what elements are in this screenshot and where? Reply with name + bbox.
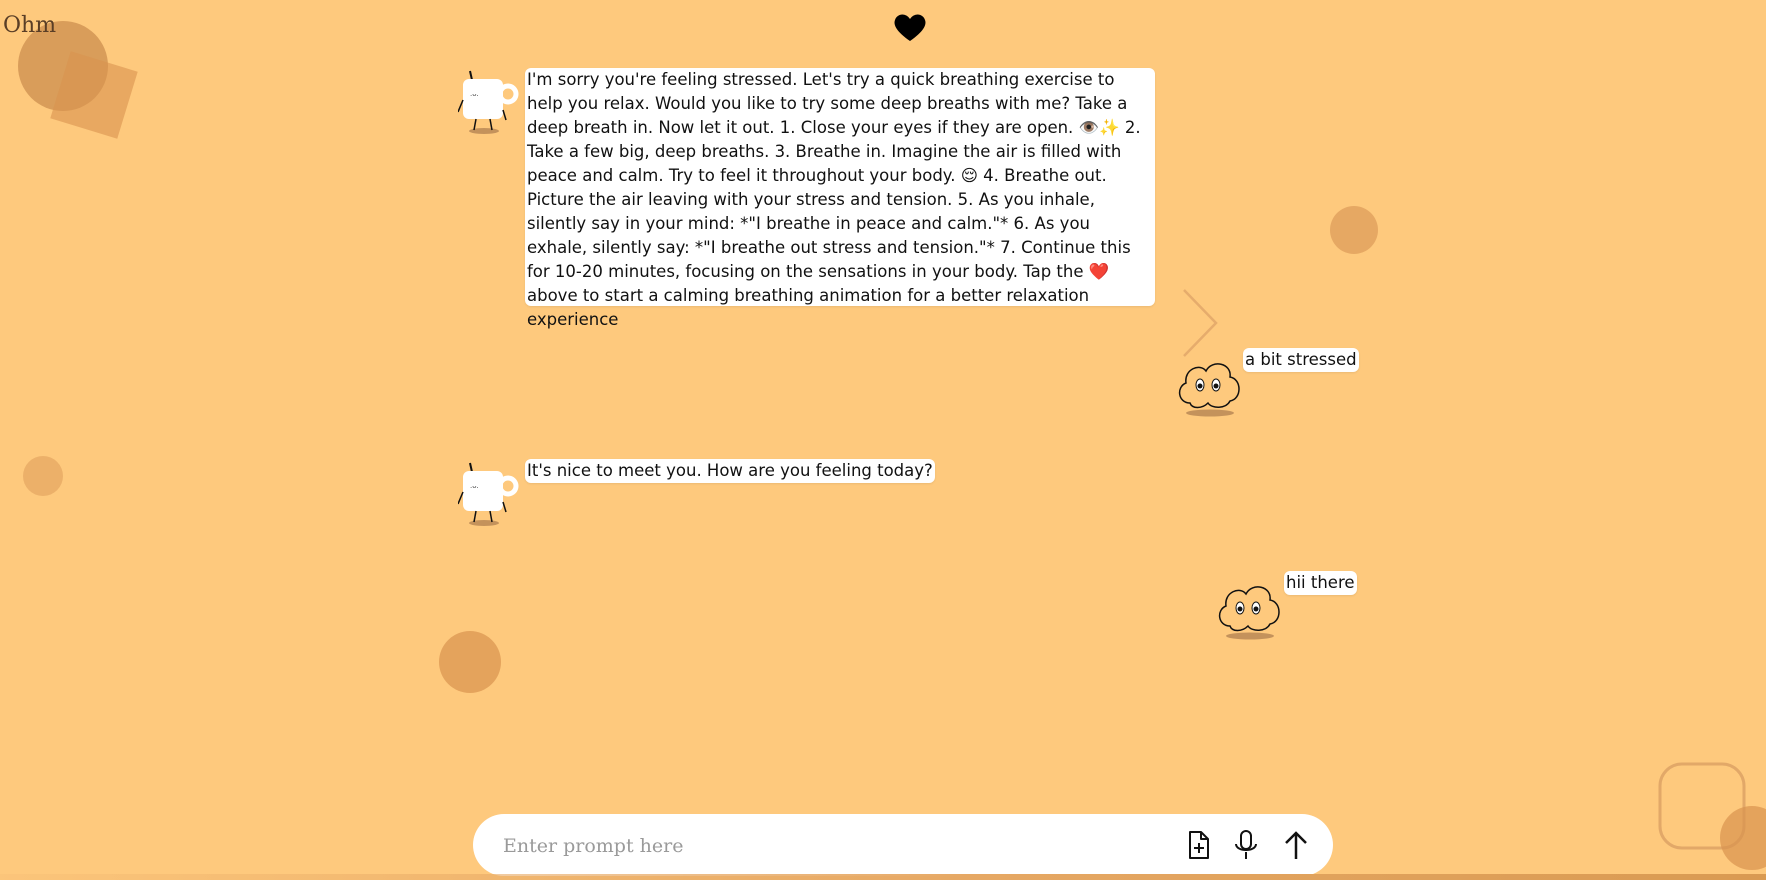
svg-text:.ᴗ.: .ᴗ. (470, 482, 479, 490)
microphone-icon[interactable] (1229, 828, 1263, 862)
app-title: Ohm (3, 13, 57, 38)
assistant-message: It's nice to meet you. How are you feeli… (525, 459, 935, 483)
prompt-input[interactable] (501, 829, 1145, 863)
user-message: a bit stressed (1243, 348, 1359, 372)
heart-icon[interactable] (893, 12, 927, 42)
cloud-character-icon (1178, 363, 1240, 417)
prompt-bar (473, 814, 1333, 876)
user-message: hii there (1284, 571, 1357, 595)
arrow-up-icon[interactable] (1279, 828, 1313, 862)
assistant-message: I'm sorry you're feeling stressed. Let's… (525, 68, 1155, 329)
mug-character-icon: .ᴗ. (458, 70, 519, 134)
chevron-right-icon[interactable] (1180, 288, 1220, 358)
file-plus-icon[interactable] (1181, 828, 1215, 862)
svg-text:.ᴗ.: .ᴗ. (470, 90, 479, 98)
mug-character-icon: .ᴗ. (458, 462, 519, 526)
cloud-character-icon (1218, 586, 1280, 640)
bottom-accent-line (0, 874, 1766, 880)
